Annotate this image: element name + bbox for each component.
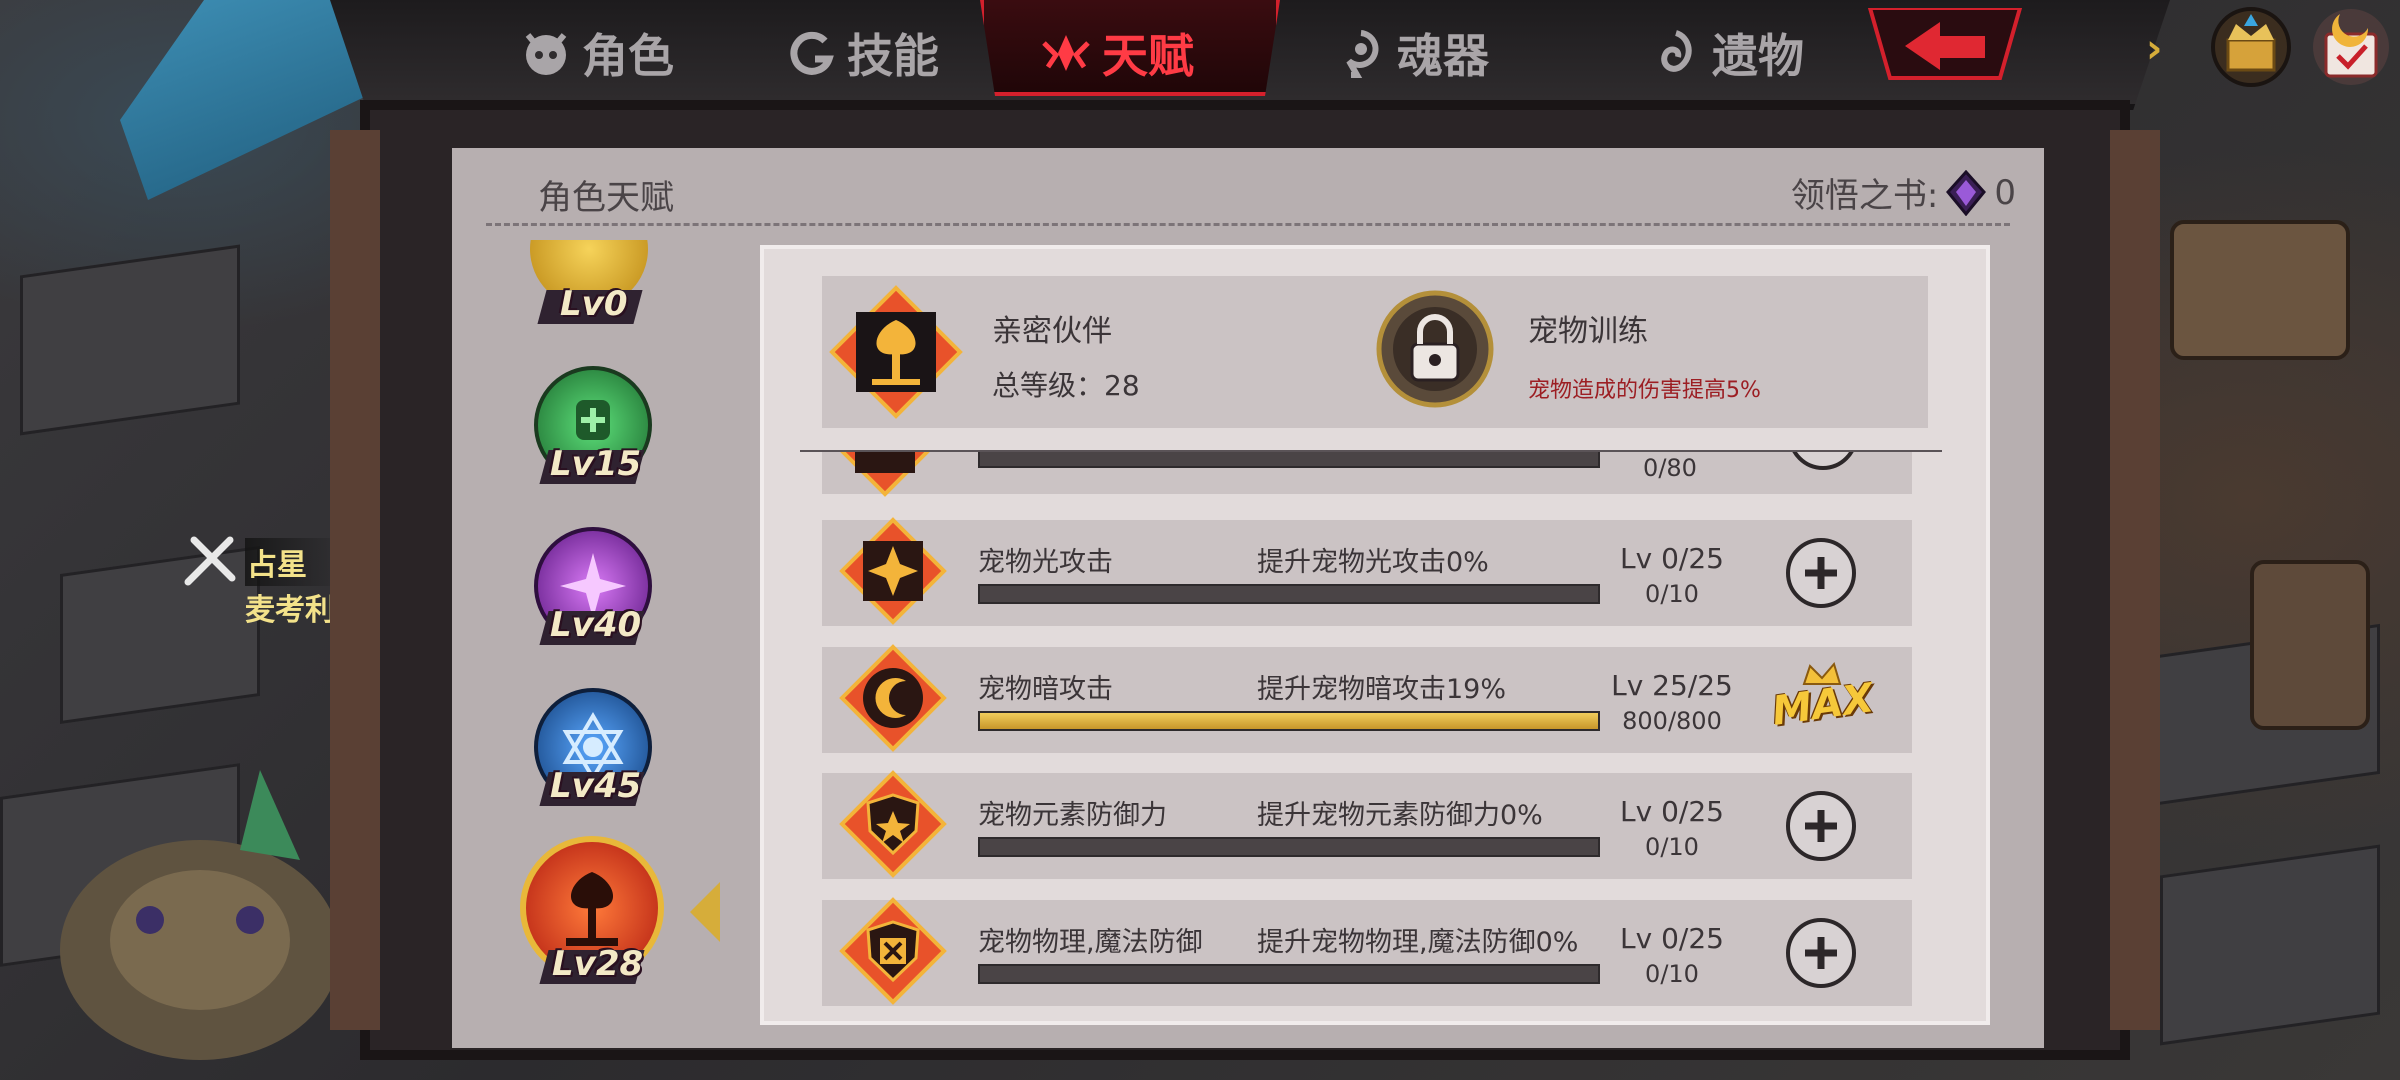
tab-label: 角色 [582,29,674,83]
tab-skill[interactable]: 技能 [785,18,939,88]
pet-tree-icon [840,452,930,497]
plus-icon [1803,452,1843,455]
row-name: 宠物物理,魔法防御 [978,927,1203,958]
row-name: 宠物光攻击 [978,547,1113,578]
progress-bar [978,837,1600,857]
talent-wings-icon [1040,27,1092,79]
progress-count: 0/10 [1645,833,1699,861]
floor-tile [20,244,240,436]
upgrade-plus-button[interactable] [1786,538,1856,608]
tab-relic[interactable]: 遗物 [1650,18,1804,88]
progress-count: 0/10 [1645,960,1699,988]
talent-badge-item[interactable]: Lv40 [530,527,660,657]
tab-talent[interactable]: 天赋 [1040,18,1194,88]
skill-description: 宠物造成的伤害提高5% [1528,378,1761,403]
monster-silhouette [60,770,340,1060]
row-name: 宠物暗攻击 [978,674,1113,705]
chevron-right-icon: › [2146,26,2163,72]
row-level: Lv 0/25 [1620,922,1724,955]
progress-count: 800/800 [1622,707,1722,735]
tab-label: 天赋 [1102,29,1194,83]
talent-level: Lv40 [550,605,642,645]
talent-level: Lv15 [550,444,642,484]
row-level: Lv 25/25 [1611,669,1733,702]
progress-bar [978,964,1600,984]
plus-icon [1805,810,1837,842]
chest [2170,220,2350,360]
selected-arrow-icon [690,882,720,942]
row-description: 提升宠物元素防御力0% [1257,800,1543,831]
tab-label: 魂器 [1397,29,1489,83]
row-description: 提升宠物光攻击0% [1257,547,1489,578]
book-count: 0 [1994,172,2016,213]
talent-badge-item[interactable]: Lv0 [530,240,650,350]
plus-icon [1805,557,1837,589]
tab-soul[interactable]: 魂器 [1335,18,1489,88]
panel-title: 角色天赋 [538,178,674,218]
talent-badge-item[interactable]: Lv45 [530,688,660,818]
talent-name: 亲密伙伴 [992,314,1112,349]
row-description: 提升宠物暗攻击19% [1257,674,1507,705]
talent-badge-item[interactable]: Lv15 [530,366,660,496]
talent-badge-item-selected[interactable]: Lv28 [512,830,672,990]
talent-level: Lv28 [552,944,644,984]
dark-moon-icon [839,644,947,752]
progress-count: 0/10 [1645,580,1699,608]
character-name: 麦考利 [245,593,335,628]
plus-icon [1805,937,1837,969]
upgrade-plus-button[interactable] [1786,791,1856,861]
treasure-decor [2130,160,2400,940]
header-divider [486,223,2010,226]
pet-tree-icon [829,285,963,419]
calendar-moon-icon[interactable] [2310,6,2392,88]
swirl-icon [785,27,837,79]
talent-level: Lv45 [550,766,642,806]
progress-bar [978,584,1600,604]
progress-bar [978,452,1600,468]
max-badge: MAX [1768,660,1878,740]
talent-total-level: 总等级：28 [992,369,1140,402]
row-description: 提升宠物物理,魔法防御0% [1257,927,1579,958]
soul-gem-icon [1335,27,1387,79]
barrel [2250,560,2370,730]
tab-label: 技能 [847,29,939,83]
upgrade-row: 0/80 [800,452,1940,497]
crossed-sword-icon [184,536,236,586]
row-level: Lv 0/25 [1620,795,1724,828]
upgrade-plus-button[interactable] [1786,918,1856,988]
demon-face-icon [520,27,572,79]
back-arrow-icon[interactable] [1860,8,2030,88]
progress-bar [978,711,1600,731]
talent-level: Lv0 [560,284,628,324]
progress-count: 0/80 [1643,454,1697,482]
row-name: 宠物元素防御力 [978,800,1167,831]
book-label: 领悟之书: [1790,176,1939,216]
locked-skill-icon[interactable] [1372,286,1498,412]
insight-book-counter: 领悟之书: 0 [1791,168,2016,217]
crown-chest-icon[interactable] [2210,6,2292,88]
cross-shield-icon [839,897,947,1005]
progress-fill [980,713,1598,729]
element-shield-icon [839,770,947,878]
purple-gem-icon [1946,169,1987,216]
relic-swirl-icon [1650,27,1702,79]
skill-name: 宠物训练 [1528,314,1648,349]
row-level: Lv 0/25 [1620,542,1724,575]
tab-character[interactable]: 角色 [520,18,674,88]
light-star-icon [839,517,947,625]
tab-label: 遗物 [1712,29,1804,83]
